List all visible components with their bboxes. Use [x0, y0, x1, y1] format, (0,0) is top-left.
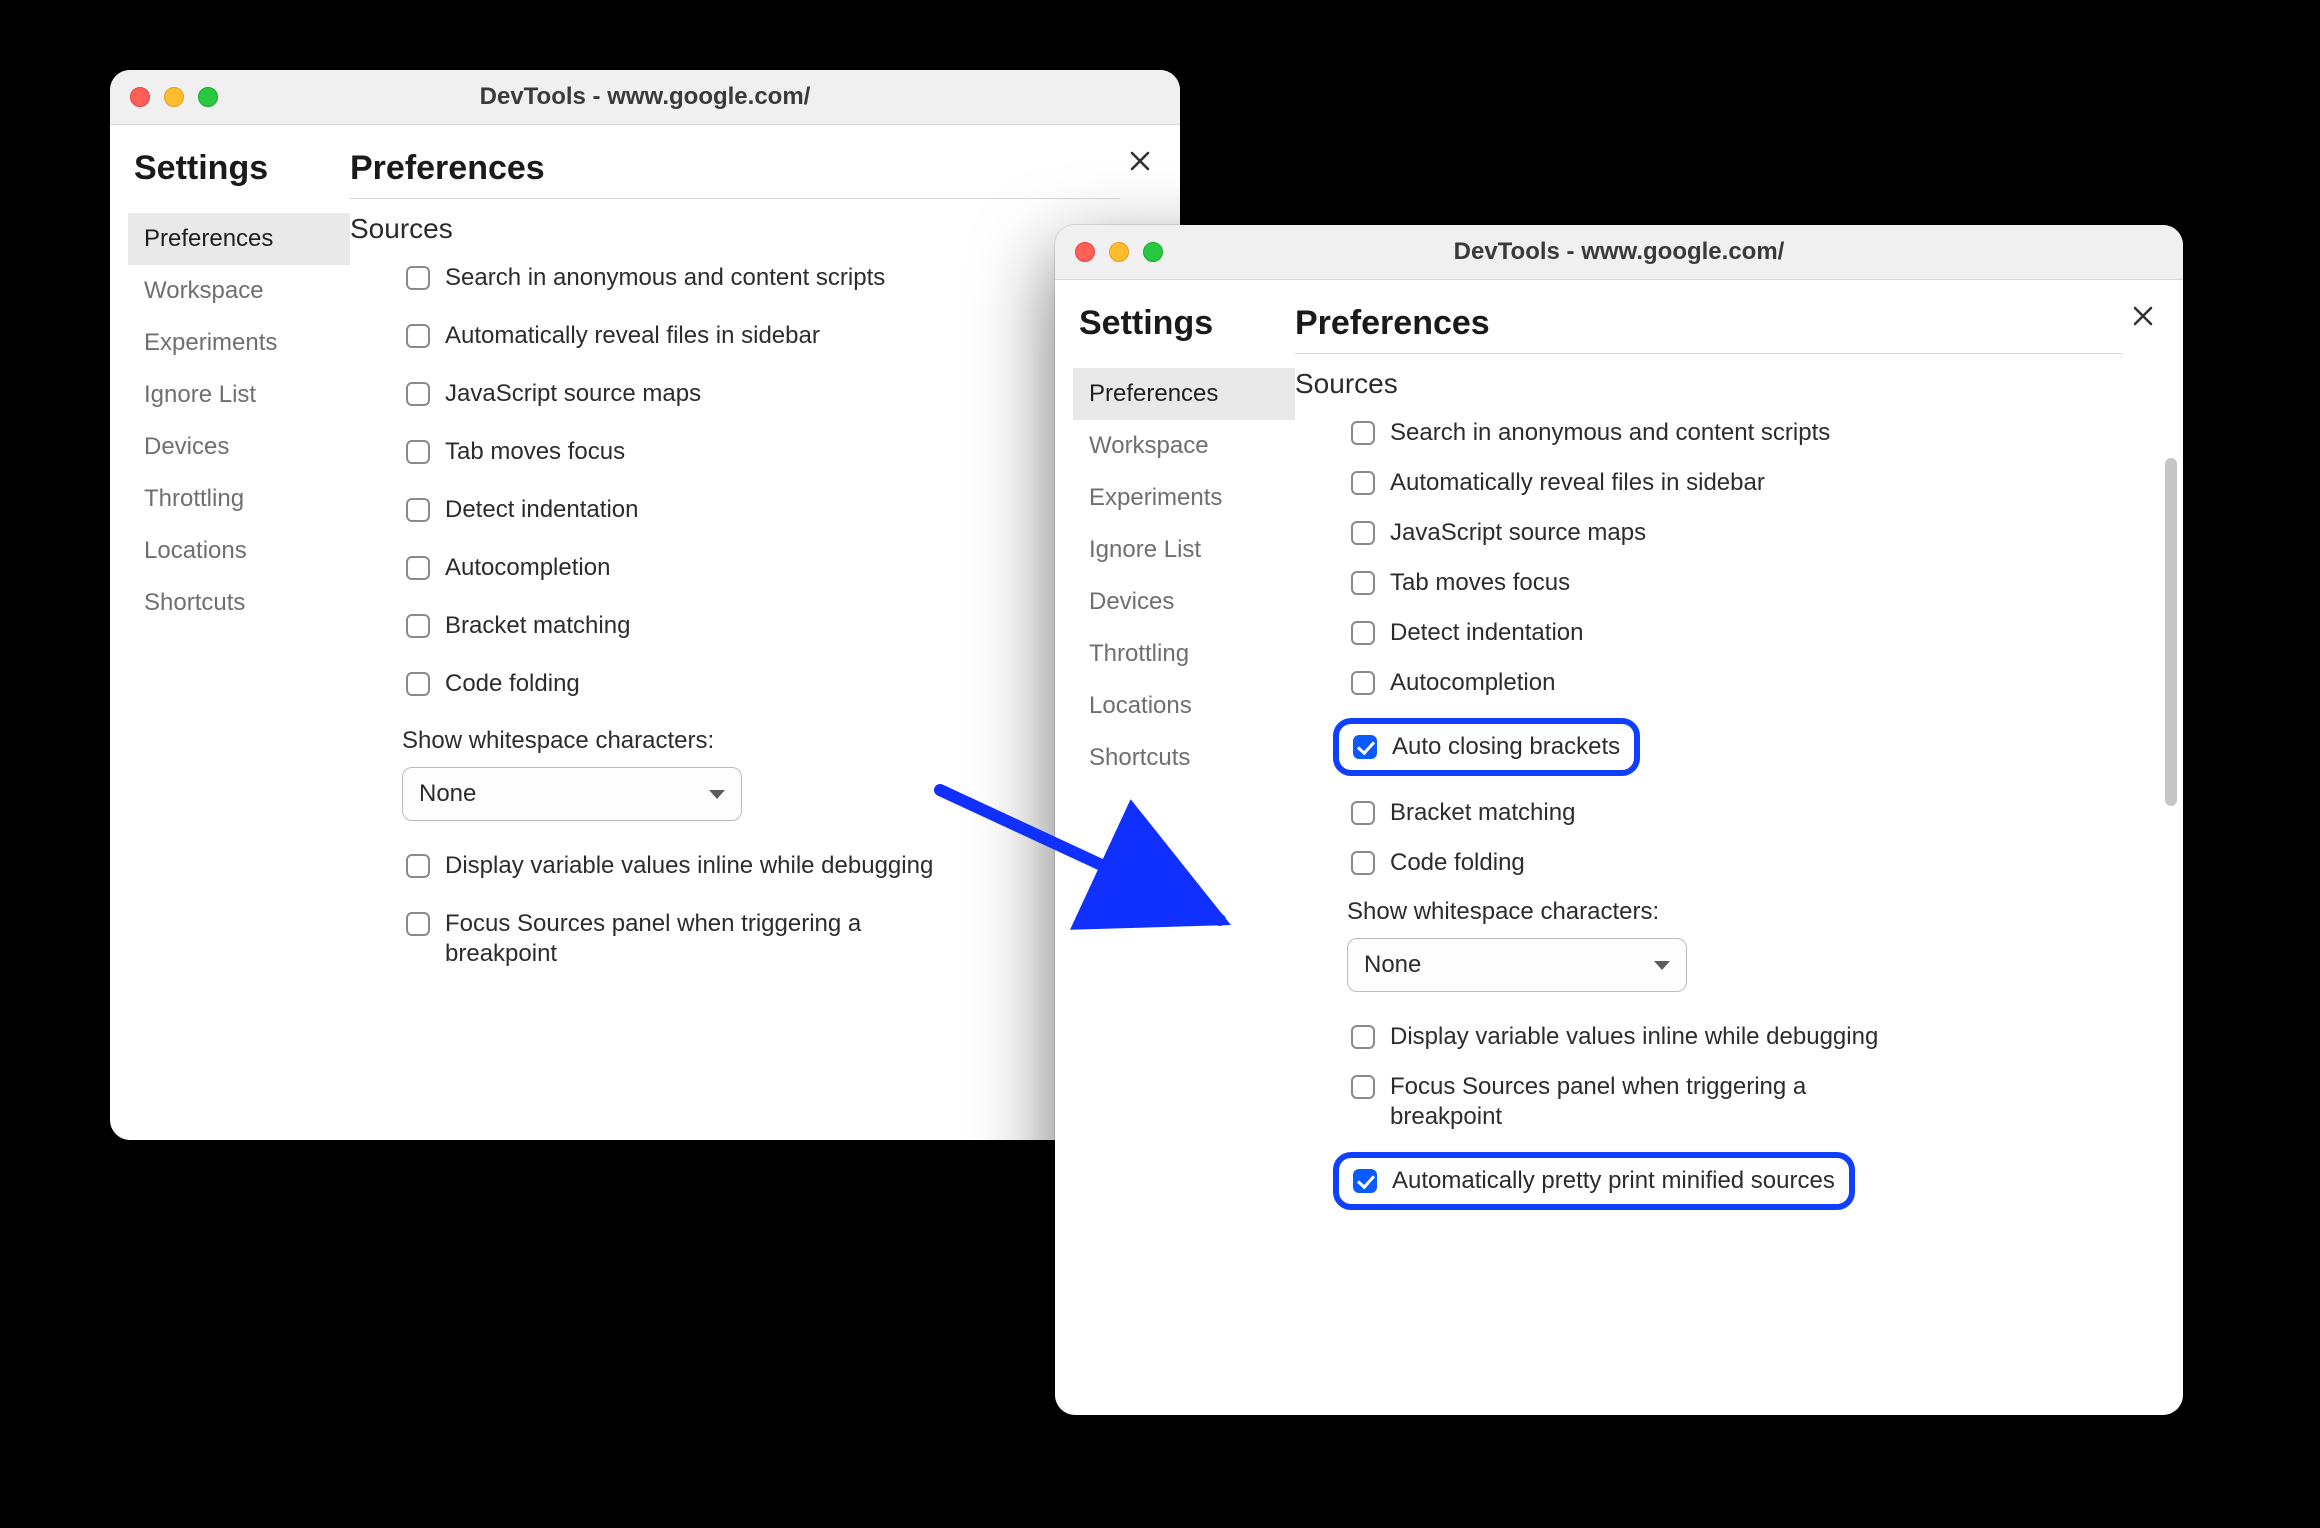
close-window-button[interactable] — [130, 87, 150, 107]
opt-label: JavaScript source maps — [445, 379, 701, 409]
preferences-heading: Preferences — [350, 149, 1120, 188]
sidebar-item-throttling[interactable]: Throttling — [1073, 628, 1295, 680]
opt-search-anonymous-checkbox[interactable] — [1351, 421, 1375, 445]
settings-heading: Settings — [1079, 304, 1295, 343]
close-icon — [1128, 149, 1152, 173]
whitespace-label: Show whitespace characters: — [1347, 898, 2183, 926]
sidebar-item-preferences[interactable]: Preferences — [128, 213, 350, 265]
opt-label: Display variable values inline while deb… — [1390, 1022, 1878, 1052]
sidebar-item-experiments[interactable]: Experiments — [1073, 472, 1295, 524]
whitespace-select[interactable]: None — [402, 767, 742, 821]
whitespace-value: None — [1364, 951, 1421, 979]
opt-label: Search in anonymous and content scripts — [1390, 418, 1830, 448]
scrollbar[interactable] — [2165, 458, 2177, 1375]
opt-js-source-maps-checkbox[interactable] — [1351, 521, 1375, 545]
highlight-auto-closing-brackets: Auto closing brackets — [1333, 718, 1640, 776]
settings-heading: Settings — [134, 149, 350, 188]
opt-auto-pretty-print-checkbox[interactable] — [1353, 1169, 1377, 1193]
opt-detect-indent-checkbox[interactable] — [406, 498, 430, 522]
opt-auto-closing-brackets-checkbox[interactable] — [1353, 735, 1377, 759]
opt-label: Detect indentation — [1390, 618, 1583, 648]
opt-label: Focus Sources panel when triggering a br… — [1390, 1072, 1910, 1132]
opt-label: Code folding — [445, 669, 580, 699]
sidebar-item-experiments[interactable]: Experiments — [128, 317, 350, 369]
opt-label: JavaScript source maps — [1390, 518, 1646, 548]
zoom-window-button[interactable] — [1143, 242, 1163, 262]
opt-label: Focus Sources panel when triggering a br… — [445, 909, 965, 969]
opt-code-folding-checkbox[interactable] — [1351, 851, 1375, 875]
opt-label: Detect indentation — [445, 495, 638, 525]
opt-bracket-matching-checkbox[interactable] — [1351, 801, 1375, 825]
opt-label: Autocompletion — [445, 553, 610, 583]
opt-focus-sources-checkbox[interactable] — [1351, 1075, 1375, 1099]
opt-auto-reveal-checkbox[interactable] — [406, 324, 430, 348]
close-window-button[interactable] — [1075, 242, 1095, 262]
opt-label: Automatically reveal files in sidebar — [445, 321, 820, 351]
devtools-window-before: DevTools - www.google.com/ Settings Pref… — [110, 70, 1180, 1140]
opt-tab-focus-checkbox[interactable] — [1351, 571, 1375, 595]
opt-label: Autocompletion — [1390, 668, 1555, 698]
sidebar-item-locations[interactable]: Locations — [128, 525, 350, 577]
close-icon — [2131, 304, 2155, 328]
opt-label: Automatically reveal files in sidebar — [1390, 468, 1765, 498]
sidebar-item-shortcuts[interactable]: Shortcuts — [128, 577, 350, 629]
sidebar-item-devices[interactable]: Devices — [1073, 576, 1295, 628]
opt-tab-focus-checkbox[interactable] — [406, 440, 430, 464]
opt-detect-indent-checkbox[interactable] — [1351, 621, 1375, 645]
opt-inline-values-checkbox[interactable] — [406, 854, 430, 878]
window-title: DevTools - www.google.com/ — [1055, 238, 2183, 266]
sidebar-item-locations[interactable]: Locations — [1073, 680, 1295, 732]
window-title: DevTools - www.google.com/ — [110, 83, 1180, 111]
sidebar-item-throttling[interactable]: Throttling — [128, 473, 350, 525]
whitespace-value: None — [419, 780, 476, 808]
opt-label: Automatically pretty print minified sour… — [1392, 1166, 1835, 1196]
sidebar-item-workspace[interactable]: Workspace — [128, 265, 350, 317]
minimize-window-button[interactable] — [164, 87, 184, 107]
divider — [1295, 353, 2123, 354]
opt-label: Bracket matching — [445, 611, 630, 641]
opt-search-anonymous-checkbox[interactable] — [406, 266, 430, 290]
opt-label: Search in anonymous and content scripts — [445, 263, 885, 293]
window-controls — [1075, 242, 1163, 262]
sidebar-item-ignore-list[interactable]: Ignore List — [1073, 524, 1295, 576]
opt-inline-values-checkbox[interactable] — [1351, 1025, 1375, 1049]
titlebar[interactable]: DevTools - www.google.com/ — [1055, 225, 2183, 280]
opt-label: Auto closing brackets — [1392, 732, 1620, 762]
sidebar-item-devices[interactable]: Devices — [128, 421, 350, 473]
opt-auto-reveal-checkbox[interactable] — [1351, 471, 1375, 495]
window-controls — [130, 87, 218, 107]
chevron-down-icon — [709, 790, 725, 799]
close-settings-button[interactable] — [1122, 143, 1158, 179]
whitespace-select[interactable]: None — [1347, 938, 1687, 992]
section-sources-heading: Sources — [1295, 368, 2183, 400]
opt-label: Bracket matching — [1390, 798, 1575, 828]
opt-autocompletion-checkbox[interactable] — [406, 556, 430, 580]
divider — [350, 198, 1120, 199]
highlight-auto-pretty-print: Automatically pretty print minified sour… — [1333, 1152, 1855, 1210]
opt-js-source-maps-checkbox[interactable] — [406, 382, 430, 406]
opt-label: Display variable values inline while deb… — [445, 851, 933, 881]
zoom-window-button[interactable] — [198, 87, 218, 107]
minimize-window-button[interactable] — [1109, 242, 1129, 262]
opt-bracket-matching-checkbox[interactable] — [406, 614, 430, 638]
settings-sidebar: Preferences Workspace Experiments Ignore… — [128, 213, 350, 629]
sidebar-item-ignore-list[interactable]: Ignore List — [128, 369, 350, 421]
preferences-heading: Preferences — [1295, 304, 2123, 343]
opt-focus-sources-checkbox[interactable] — [406, 912, 430, 936]
chevron-down-icon — [1654, 961, 1670, 970]
opt-label: Tab moves focus — [445, 437, 625, 467]
devtools-window-after: DevTools - www.google.com/ Settings Pref… — [1055, 225, 2183, 1415]
opt-autocompletion-checkbox[interactable] — [1351, 671, 1375, 695]
sidebar-item-shortcuts[interactable]: Shortcuts — [1073, 732, 1295, 784]
opt-code-folding-checkbox[interactable] — [406, 672, 430, 696]
opt-label: Code folding — [1390, 848, 1525, 878]
scrollbar-thumb[interactable] — [2165, 458, 2177, 806]
close-settings-button[interactable] — [2125, 298, 2161, 334]
sidebar-item-preferences[interactable]: Preferences — [1073, 368, 1295, 420]
opt-label: Tab moves focus — [1390, 568, 1570, 598]
titlebar[interactable]: DevTools - www.google.com/ — [110, 70, 1180, 125]
sidebar-item-workspace[interactable]: Workspace — [1073, 420, 1295, 472]
settings-sidebar: Preferences Workspace Experiments Ignore… — [1073, 368, 1295, 784]
